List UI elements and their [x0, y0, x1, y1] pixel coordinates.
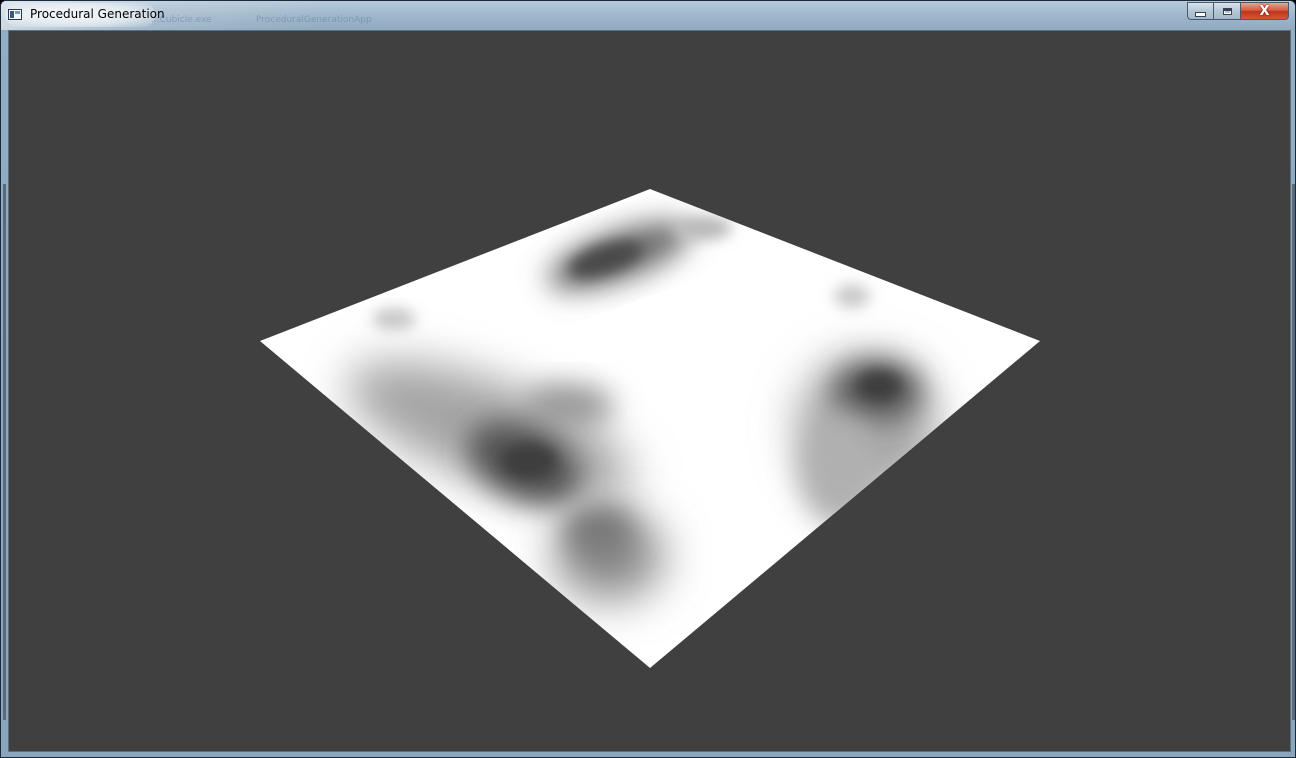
background-title-hint: ProceduralGenerationApp [256, 15, 372, 25]
terrain-scene [260, 189, 1040, 668]
title-bar[interactable]: ...Cubicle.exe ProceduralGenerationApp P… [1, 1, 1295, 30]
window-frame-edge-left [3, 184, 6, 720]
minimize-button[interactable] [1187, 2, 1214, 20]
terrain-shadow-right-lower [799, 416, 879, 526]
terrain-spot-left [372, 308, 416, 330]
application-window-icon[interactable] [8, 9, 22, 20]
maximize-icon [1222, 7, 1232, 15]
window-title: Procedural Generation [30, 7, 165, 21]
application-window: ...Cubicle.exe ProceduralGenerationApp P… [0, 0, 1296, 758]
terrain-spot-right [834, 284, 870, 308]
render-viewport[interactable] [8, 30, 1291, 752]
terrain-shadow-left-lower-core [564, 506, 634, 556]
terrain-shadow-right-deep [857, 371, 901, 401]
window-frame-edge-right [1292, 184, 1295, 720]
close-icon: X [1259, 3, 1270, 19]
terrain-shadow-top-tail [676, 216, 732, 240]
close-button[interactable]: X [1241, 2, 1289, 20]
terrain-shadow-left-deep [501, 443, 557, 479]
maximize-button[interactable] [1214, 2, 1241, 20]
minimize-icon [1195, 11, 1206, 17]
terrain-shadow-left-ridge [524, 384, 614, 428]
